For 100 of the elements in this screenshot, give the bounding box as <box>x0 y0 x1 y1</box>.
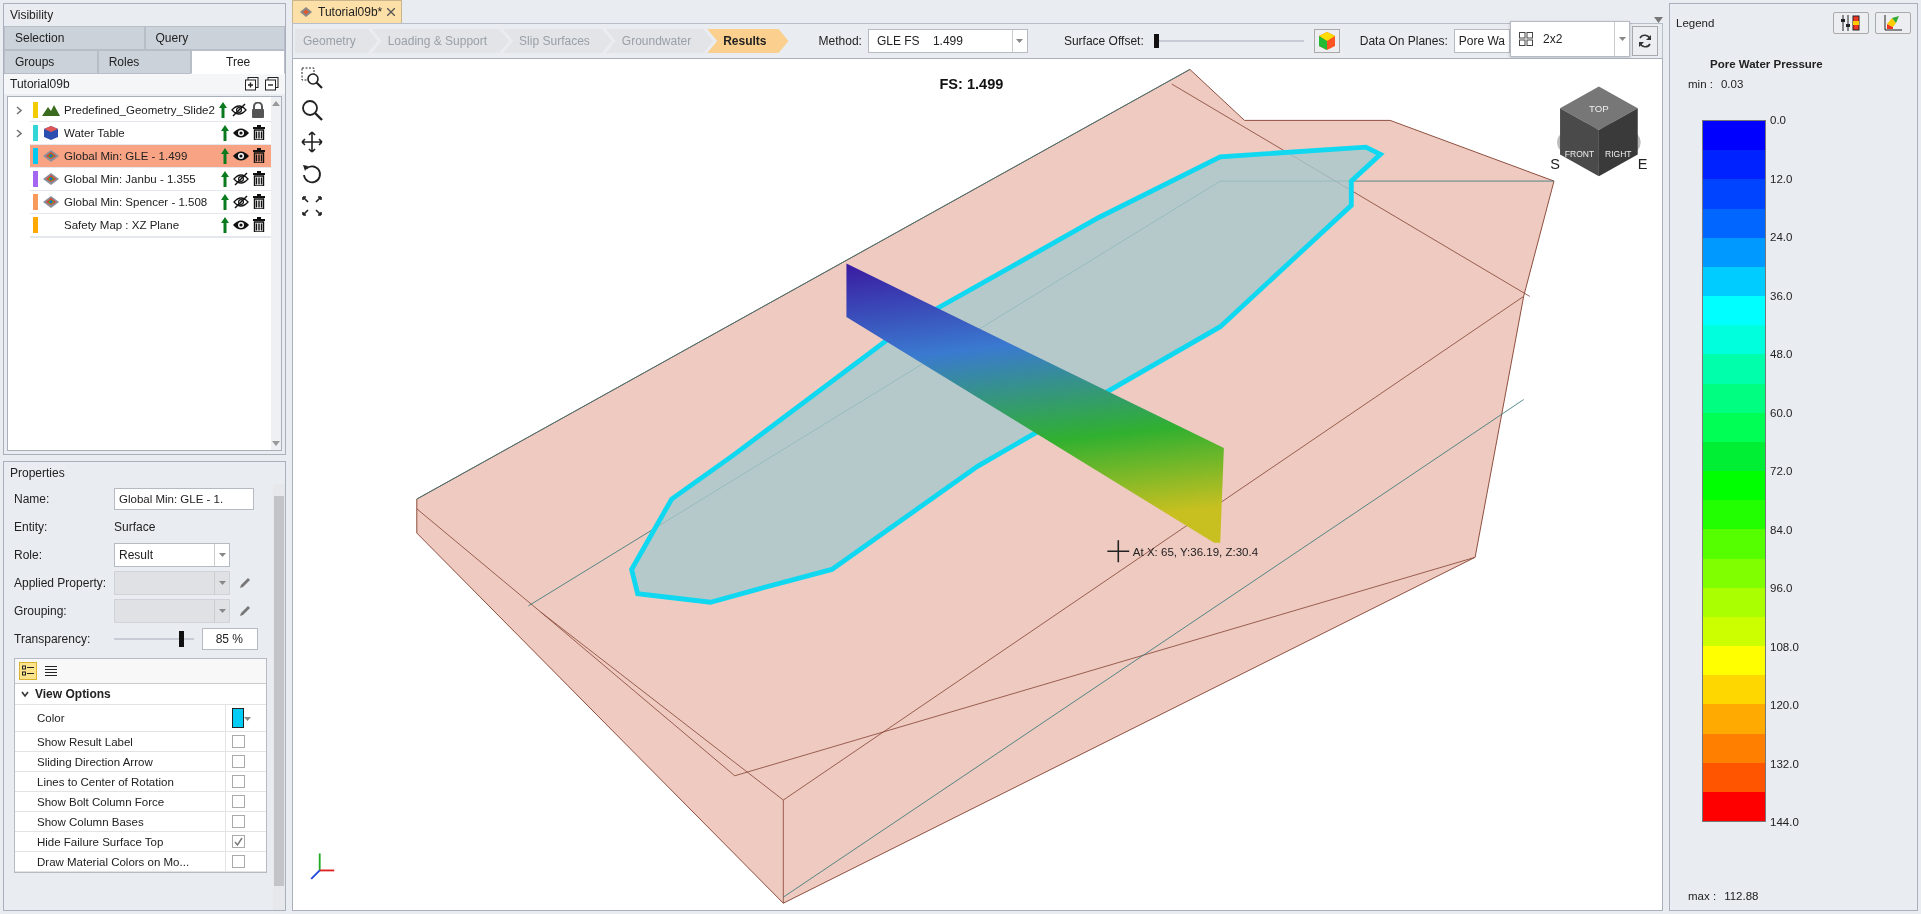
grid-icon <box>1519 32 1534 46</box>
chart-settings-button[interactable] <box>1875 12 1911 34</box>
scale-tick-label: 96.0 <box>1770 582 1793 594</box>
chevron-right-icon[interactable] <box>16 106 22 115</box>
expand-all-icon[interactable] <box>245 77 259 91</box>
option-label: Show Bolt Column Force <box>36 795 166 808</box>
pencil-icon[interactable] <box>238 604 252 618</box>
chevron-right-icon[interactable] <box>16 129 22 138</box>
sliders-icon[interactable] <box>1840 15 1862 31</box>
zoom-window-button[interactable] <box>301 67 323 89</box>
section-title: View Options <box>35 687 111 701</box>
refresh-button[interactable] <box>1632 26 1659 56</box>
color-swatch[interactable] <box>232 708 244 728</box>
option-label: Lines to Center of Rotation <box>36 775 175 788</box>
arrow-up-icon[interactable] <box>220 124 229 141</box>
list-view-button[interactable] <box>45 665 57 677</box>
pencil-icon[interactable] <box>238 576 252 590</box>
crosshair-icon <box>1106 539 1130 563</box>
checkbox[interactable] <box>232 815 245 828</box>
field-label: Applied Property: <box>14 576 108 590</box>
view-cube[interactable]: TOP FRONT RIGHT S E <box>1550 86 1648 177</box>
caret-down-icon[interactable] <box>1016 39 1024 43</box>
tree-item[interactable]: Water Table <box>30 121 271 146</box>
pan-button[interactable] <box>301 131 323 153</box>
option-label: Color <box>36 712 66 724</box>
cursor-coordinates: At X: 65, Y:36.19, Z:30.4 <box>1132 546 1259 559</box>
trash-icon[interactable] <box>252 194 265 209</box>
panel-title: Legend <box>1676 17 1716 29</box>
refresh-icon[interactable] <box>1637 33 1654 49</box>
checkbox[interactable] <box>232 795 245 808</box>
arrow-up-icon[interactable] <box>218 101 227 118</box>
field-label: Entity: <box>14 520 49 534</box>
tree-item[interactable]: Safety Map : XZ Plane <box>30 213 271 238</box>
workflow-step[interactable]: Results <box>707 29 789 53</box>
viewport-3d[interactable]: FS: 1.499 At X: 65, Y:36.19, Z:30.4 TOP FRONT RIGHT S E <box>292 58 1663 911</box>
collapse-all-icon[interactable] <box>265 77 279 91</box>
zoom-button[interactable] <box>301 99 323 121</box>
planes-label: Data On Planes: <box>1359 34 1448 48</box>
arrow-up-icon[interactable] <box>220 193 229 210</box>
trash-icon[interactable] <box>252 125 265 140</box>
scale-tick-label: 36.0 <box>1770 289 1793 302</box>
field-label: Transparency: <box>14 632 92 646</box>
max-value: 112.88 <box>1724 890 1759 902</box>
scale-tick-label: 12.0 <box>1770 172 1793 185</box>
arrow-up-icon[interactable] <box>220 170 229 187</box>
min-label: min : <box>1688 78 1713 90</box>
layout-dropdown[interactable]: 2x2 <box>1510 21 1631 57</box>
close-icon[interactable] <box>387 8 396 16</box>
checkbox[interactable] <box>232 775 245 788</box>
tree-root-label: Tutorial09b <box>10 77 71 91</box>
eye-icon[interactable] <box>232 126 249 139</box>
surface-icon <box>42 170 60 187</box>
planes-dropdown[interactable]: Pore Wa <box>1453 29 1511 53</box>
name-field[interactable]: Global Min: GLE - 1. <box>114 488 254 510</box>
scale-tick-label: 0.0 <box>1770 114 1786 126</box>
caret-down-icon[interactable] <box>1618 37 1626 41</box>
tree-item[interactable]: Global Min: Janbu - 1.355 <box>30 167 271 192</box>
rotate-button[interactable] <box>301 163 323 185</box>
eye-slash-icon[interactable] <box>232 171 249 186</box>
option-label: Show Column Bases <box>36 815 145 828</box>
caret-icon[interactable] <box>21 690 29 698</box>
slider-thumb[interactable] <box>1153 34 1159 48</box>
method-dropdown[interactable]: GLE FS 1.499 <box>867 29 1028 53</box>
panel-tab[interactable]: Query <box>144 26 285 50</box>
document-tab[interactable]: Tutorial09b* <box>292 0 403 23</box>
chart-icon[interactable] <box>1884 15 1902 31</box>
checkbox[interactable] <box>232 855 245 868</box>
surface-icon <box>42 147 60 164</box>
scale-tick-label: 72.0 <box>1770 465 1793 477</box>
panel-tab[interactable]: Tree <box>191 50 285 74</box>
caret-down-icon[interactable] <box>218 553 226 557</box>
max-label: max : <box>1688 890 1717 902</box>
zoom-extents-button[interactable] <box>301 195 323 217</box>
checkbox[interactable] <box>232 835 245 848</box>
scale-tick-label: 132.0 <box>1770 757 1799 770</box>
arrow-up-icon[interactable] <box>220 216 229 233</box>
slider-thumb[interactable] <box>179 631 184 647</box>
legend-settings-button[interactable] <box>1833 12 1869 34</box>
caret-down-icon[interactable] <box>244 717 251 721</box>
panel-tab[interactable]: Roles <box>97 50 192 74</box>
eye-icon[interactable] <box>232 149 249 162</box>
option-label: Draw Material Colors on Mo... <box>36 855 191 868</box>
dropdown[interactable]: Result <box>114 543 230 567</box>
scrollbar[interactable] <box>273 484 285 910</box>
tree-item[interactable]: Global Min: Spencer - 1.508 <box>30 190 271 215</box>
panel-tab[interactable]: Selection <box>4 26 145 50</box>
trash-icon[interactable] <box>252 171 265 186</box>
checkbox[interactable] <box>232 735 245 748</box>
lock-icon[interactable] <box>250 101 265 118</box>
eye-slash-icon[interactable] <box>232 194 249 209</box>
scale-tick-label: 144.0 <box>1770 816 1799 828</box>
trash-icon[interactable] <box>252 217 265 232</box>
checkbox[interactable] <box>232 755 245 768</box>
scale-tick-label: 108.0 <box>1770 640 1799 653</box>
eye-slash-icon[interactable] <box>230 102 247 117</box>
tree-item[interactable]: Global Min: GLE - 1.499 <box>30 144 271 169</box>
panel-tab[interactable]: Groups <box>4 50 98 74</box>
percent-spinbox[interactable]: 85 % <box>202 628 258 650</box>
trash-icon[interactable] <box>252 148 265 163</box>
eye-icon[interactable] <box>232 218 249 231</box>
